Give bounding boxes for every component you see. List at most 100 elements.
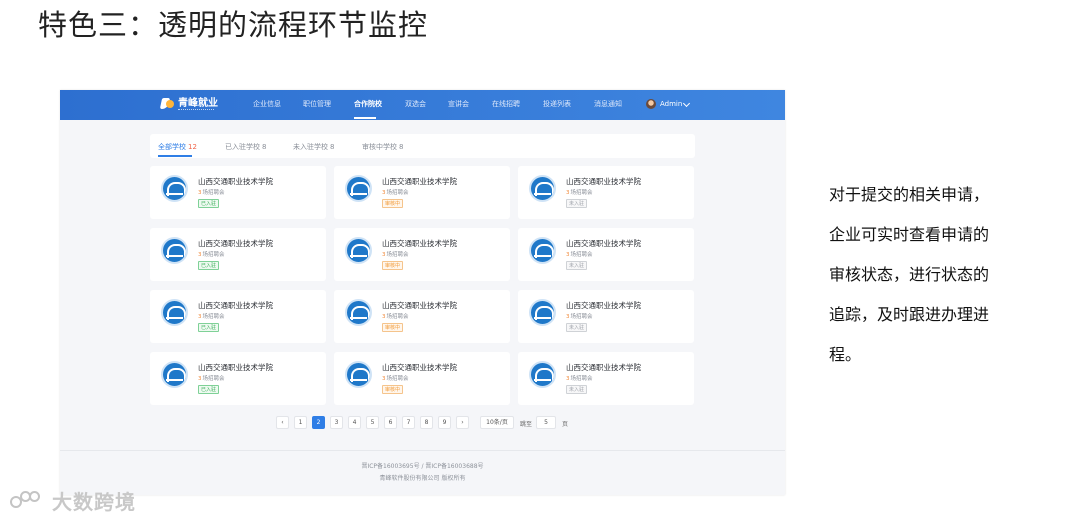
school-card[interactable]: 山西交通职业技术学院 3场招聘会 未入驻 (518, 352, 694, 405)
nav-item-delivery-list[interactable]: 投递列表 (543, 100, 571, 109)
brand-logo[interactable]: 青峰就业 (159, 97, 218, 109)
tab-joined-schools[interactable]: 已入驻学校 8 (225, 142, 266, 152)
description-line: 审核状态，进行状态的 (829, 265, 990, 284)
nav-item-company-info[interactable]: 企业信息 (253, 100, 281, 109)
school-logo-icon (161, 361, 188, 388)
nav-item-job-fair[interactable]: 双选会 (405, 100, 426, 109)
school-logo-icon (529, 361, 556, 388)
school-fair-count: 3场招聘会 (382, 190, 409, 196)
school-logo-icon (161, 299, 188, 326)
school-name: 山西交通职业技术学院 (566, 177, 641, 186)
school-logo-icon (529, 175, 556, 202)
school-filter-tabs: 全部学校 12 已入驻学校 8 未入驻学校 8 审核中学校 8 (150, 134, 695, 158)
feature-description: 对于提交的相关申请， 企业可实时查看申请的 审核状态，进行状态的 追踪，及时跟进… (829, 175, 1049, 375)
school-name: 山西交通职业技术学院 (198, 177, 273, 186)
school-name: 山西交通职业技术学院 (198, 301, 273, 310)
page-button[interactable]: 3 (330, 416, 343, 429)
top-nav: 青峰就业 企业信息 职位管理 合作院校 双选会 宣讲会 在线招聘 投递列表 消息… (60, 90, 785, 120)
school-fair-count: 3场招聘会 (198, 190, 225, 196)
school-fair-count: 3场招聘会 (566, 252, 593, 258)
jump-label: 跳至 (520, 421, 533, 428)
school-logo-icon (529, 237, 556, 264)
page-button-current[interactable]: 2 (312, 416, 325, 429)
status-badge: 审核中 (382, 385, 404, 394)
watermark-logo-icon (8, 489, 48, 513)
footer-divider (60, 450, 785, 451)
school-fair-count: 3场招聘会 (566, 314, 593, 320)
description-line: 对于提交的相关申请， (829, 185, 990, 204)
user-name[interactable]: Admin (660, 100, 682, 108)
nav-item-presentation[interactable]: 宣讲会 (448, 100, 469, 109)
school-card[interactable]: 山西交通职业技术学院 3场招聘会 已入驻 (150, 228, 326, 281)
next-page-button[interactable]: › (456, 416, 469, 429)
status-badge: 已入驻 (198, 261, 220, 270)
nav-item-notifications[interactable]: 消息通知 (594, 100, 622, 109)
slide-title: 特色三：透明的流程环节监控 (38, 8, 429, 42)
school-name: 山西交通职业技术学院 (382, 363, 457, 372)
nav-item-job-management[interactable]: 职位管理 (303, 100, 331, 109)
school-logo-icon (345, 361, 372, 388)
status-badge: 未入驻 (566, 323, 588, 332)
status-badge: 已入驻 (198, 385, 220, 394)
school-fair-count: 3场招聘会 (566, 376, 593, 382)
school-name: 山西交通职业技术学院 (198, 363, 273, 372)
tab-not-joined-schools[interactable]: 未入驻学校 8 (293, 142, 334, 152)
page-button[interactable]: 7 (402, 416, 415, 429)
description-line: 企业可实时查看申请的 (829, 225, 990, 244)
status-badge: 未入驻 (566, 261, 588, 270)
school-logo-icon (161, 175, 188, 202)
school-name: 山西交通职业技术学院 (382, 239, 457, 248)
prev-page-button[interactable]: ‹ (276, 416, 289, 429)
school-card[interactable]: 山西交通职业技术学院 3场招聘会 未入驻 (518, 228, 694, 281)
school-card[interactable]: 山西交通职业技术学院 3场招聘会 已入驻 (150, 352, 326, 405)
school-fair-count: 3场招聘会 (382, 252, 409, 258)
page-size-select[interactable]: 10条/页 (480, 416, 514, 429)
status-badge: 已入驻 (198, 199, 220, 208)
status-badge: 已入驻 (198, 323, 220, 332)
school-fair-count: 3场招聘会 (382, 314, 409, 320)
school-name: 山西交通职业技术学院 (566, 301, 641, 310)
brand-tagline-decoration (178, 109, 214, 111)
school-name: 山西交通职业技术学院 (198, 239, 273, 248)
school-card[interactable]: 山西交通职业技术学院 3场招聘会 审核中 (334, 290, 510, 343)
school-name: 山西交通职业技术学院 (566, 363, 641, 372)
school-logo-icon (345, 237, 372, 264)
active-nav-underline (354, 117, 376, 119)
school-name: 山西交通职业技术学院 (566, 239, 641, 248)
school-card[interactable]: 山西交通职业技术学院 3场招聘会 审核中 (334, 228, 510, 281)
status-badge: 未入驻 (566, 385, 588, 394)
footer-copyright: 青峰软件股份有限公司 版权所有 (379, 475, 466, 482)
status-badge: 审核中 (382, 261, 404, 270)
school-card[interactable]: 山西交通职业技术学院 3场招聘会 已入驻 (150, 166, 326, 219)
brand-name: 青峰就业 (178, 97, 218, 109)
tab-reviewing-schools[interactable]: 审核中学校 8 (362, 142, 403, 152)
page-button[interactable]: 5 (366, 416, 379, 429)
footer-icp: 晋ICP备16003695号 / 晋ICP备16003688号 (361, 463, 484, 470)
page-button[interactable]: 8 (420, 416, 433, 429)
school-card[interactable]: 山西交通职业技术学院 3场招聘会 已入驻 (150, 290, 326, 343)
page-button[interactable]: 1 (294, 416, 307, 429)
school-card[interactable]: 山西交通职业技术学院 3场招聘会 未入驻 (518, 166, 694, 219)
school-name: 山西交通职业技术学院 (382, 301, 457, 310)
nav-item-online-recruitment[interactable]: 在线招聘 (492, 100, 520, 109)
page-button[interactable]: 9 (438, 416, 451, 429)
status-badge: 未入驻 (566, 199, 588, 208)
user-avatar[interactable] (646, 99, 656, 109)
jump-page-input[interactable]: 5 (536, 416, 556, 429)
school-logo-icon (345, 175, 372, 202)
watermark: 大数跨境 (8, 486, 136, 515)
tab-all-schools[interactable]: 全部学校 12 (158, 142, 197, 152)
page-button[interactable]: 4 (348, 416, 361, 429)
school-card[interactable]: 山西交通职业技术学院 3场招聘会 审核中 (334, 166, 510, 219)
status-badge: 审核中 (382, 199, 404, 208)
active-tab-underline (158, 155, 192, 157)
school-card[interactable]: 山西交通职业技术学院 3场招聘会 审核中 (334, 352, 510, 405)
chevron-down-icon[interactable] (682, 99, 691, 108)
page-suffix: 页 (562, 421, 569, 428)
nav-item-partner-schools[interactable]: 合作院校 (354, 100, 382, 109)
watermark-text: 大数跨境 (52, 490, 136, 514)
school-fair-count: 3场招聘会 (382, 376, 409, 382)
page-button[interactable]: 6 (384, 416, 397, 429)
school-logo-icon (345, 299, 372, 326)
school-card[interactable]: 山西交通职业技术学院 3场招聘会 未入驻 (518, 290, 694, 343)
